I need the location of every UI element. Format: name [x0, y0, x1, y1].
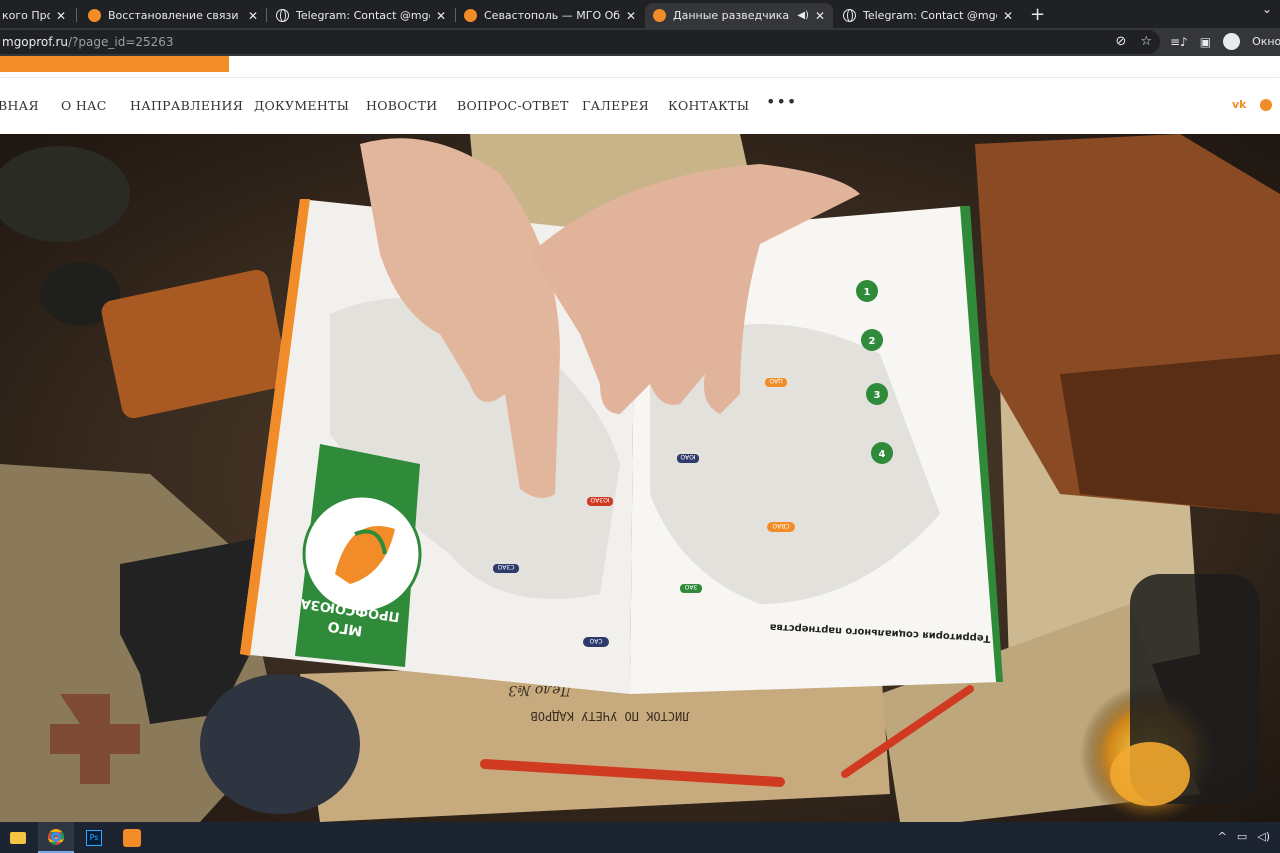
- browser-tabstrip: кого Профсо ✕ Восстановление связи — МГО…: [0, 0, 1280, 28]
- chevron-up-icon[interactable]: ^: [1218, 830, 1227, 843]
- nav-item-home[interactable]: ВНАЯ: [0, 98, 39, 113]
- nav-item-contacts[interactable]: КОНТАКТЫ: [668, 98, 749, 113]
- eye-off-icon[interactable]: ⊘: [1115, 34, 1126, 49]
- close-icon[interactable]: ✕: [815, 9, 825, 23]
- tab-separator: [76, 8, 77, 22]
- grenade: [200, 674, 360, 814]
- app-icon: [123, 828, 141, 847]
- photoshop-icon: Ps: [86, 829, 102, 846]
- tab-title: Telegram: Contact @mgoprof_ru: [296, 9, 430, 22]
- nav-item-qa[interactable]: ВОПРОС-ОТВЕТ: [457, 98, 569, 113]
- browser-tab[interactable]: Telegram: Contact @mgoprof_ru ✕: [835, 3, 1021, 28]
- close-icon[interactable]: ✕: [626, 9, 636, 23]
- sheet-title: ЛИСТОК ПО УЧЕТУ КАДРОВ: [531, 709, 690, 723]
- media-control-icon[interactable]: ≡♪: [1170, 35, 1188, 49]
- globe-icon: [276, 9, 289, 22]
- main-navigation: ВНАЯ О НАС НАПРАВЛЕНИЯ ДОКУМЕНТЫ НОВОСТИ…: [0, 78, 1280, 134]
- side-panel-icon[interactable]: ▣: [1200, 35, 1211, 49]
- star-icon[interactable]: ☆: [1140, 34, 1152, 49]
- browser-tab[interactable]: Telegram: Contact @mgoprof_ru ✕: [268, 3, 454, 28]
- nav-item-gallery[interactable]: ГАЛЕРЕЯ: [582, 98, 649, 113]
- app-button[interactable]: [114, 822, 150, 853]
- browser-tab[interactable]: Восстановление связи — МГО С ✕: [80, 3, 266, 28]
- hero-illustration: ЛИСТОК ПО УЧЕТУ КАДРОВ Дело №3 МГО ПРОФС…: [0, 134, 1280, 822]
- incognito-label: Окно в р: [1252, 35, 1280, 48]
- tab-title: Севастополь — МГО Общеросс: [484, 9, 620, 22]
- map-badge-label: ЦАО: [769, 377, 783, 384]
- number-marker-label: 2: [869, 336, 876, 347]
- close-icon[interactable]: ✕: [56, 9, 66, 23]
- nav-item-directions[interactable]: НАПРАВЛЕНИЯ: [130, 98, 243, 113]
- new-tab-button[interactable]: +: [1030, 4, 1045, 25]
- nav-item-documents[interactable]: ДОКУМЕНТЫ: [254, 98, 349, 113]
- more-menu-icon[interactable]: •••: [766, 92, 797, 111]
- windows-taskbar: Ps ^ ▭ ◁): [0, 822, 1280, 853]
- browser-toolbar: mgoprof.ru/?page_id=25263 ⊘ ☆ ≡♪ ▣ Окно …: [0, 28, 1280, 56]
- close-icon[interactable]: ✕: [1003, 9, 1013, 23]
- globe-icon: [843, 9, 856, 22]
- tab-title: кого Профсо: [2, 9, 50, 22]
- tab-title: Telegram: Contact @mgoprof_ru: [863, 9, 997, 22]
- system-tray: ^ ▭ ◁): [1218, 830, 1270, 843]
- chrome-button[interactable]: [38, 822, 74, 853]
- top-accent-bar: [0, 56, 229, 72]
- volume-icon[interactable]: ◁): [1257, 830, 1270, 843]
- network-icon[interactable]: ▭: [1237, 830, 1247, 843]
- favicon-icon: [88, 9, 101, 22]
- url-host: mgoprof.ru: [2, 35, 68, 49]
- number-marker-label: 3: [874, 390, 881, 401]
- photoshop-button[interactable]: Ps: [76, 822, 112, 853]
- map-badge-label: ЮАО: [680, 453, 696, 460]
- lantern-flame: [1110, 742, 1190, 806]
- tab-title: Данные разведчика — МГО: [673, 9, 793, 22]
- incognito-icon[interactable]: [1223, 33, 1241, 50]
- favicon-icon: [653, 9, 666, 22]
- hero-image: ЛИСТОК ПО УЧЕТУ КАДРОВ Дело №3 МГО ПРОФС…: [0, 134, 1280, 822]
- map-badge-label: ЗАО: [684, 583, 697, 590]
- chrome-icon: [48, 828, 64, 845]
- url-path: /?page_id=25263: [67, 35, 174, 49]
- browser-tab[interactable]: кого Профсо ✕: [0, 3, 74, 28]
- map-badge-label: СЗАО: [497, 563, 514, 570]
- chevron-down-icon[interactable]: ⌄: [1262, 2, 1272, 16]
- telegram-icon[interactable]: [1260, 99, 1272, 111]
- browser-tab[interactable]: Севастополь — МГО Общеросс ✕: [456, 3, 644, 28]
- file-explorer-icon: [10, 831, 26, 844]
- close-icon[interactable]: ✕: [436, 9, 446, 23]
- file-explorer-button[interactable]: [0, 822, 36, 853]
- map-badge-label: СВАО: [772, 522, 789, 529]
- nav-item-about[interactable]: О НАС: [61, 98, 107, 113]
- map-badge-label: САО: [589, 637, 602, 644]
- nav-item-news[interactable]: НОВОСТИ: [366, 98, 438, 113]
- browser-tab-active[interactable]: Данные разведчика — МГО ◀) ✕: [645, 3, 833, 28]
- favicon-icon: [464, 9, 477, 22]
- address-bar[interactable]: mgoprof.ru/?page_id=25263 ⊘ ☆: [0, 30, 1160, 54]
- speaker-icon[interactable]: ◀): [797, 10, 809, 21]
- number-marker-label: 4: [879, 449, 886, 460]
- tab-title: Восстановление связи — МГО С: [108, 9, 242, 22]
- number-marker-label: 1: [864, 287, 871, 298]
- close-icon[interactable]: ✕: [248, 9, 258, 23]
- tab-separator: [266, 8, 267, 22]
- vk-icon[interactable]: vk: [1232, 98, 1247, 111]
- leather-strap: [1060, 354, 1280, 514]
- map-badge-label: ЮЗАО: [590, 496, 609, 503]
- web-page: ВНАЯ О НАС НАПРАВЛЕНИЯ ДОКУМЕНТЫ НОВОСТИ…: [0, 56, 1280, 822]
